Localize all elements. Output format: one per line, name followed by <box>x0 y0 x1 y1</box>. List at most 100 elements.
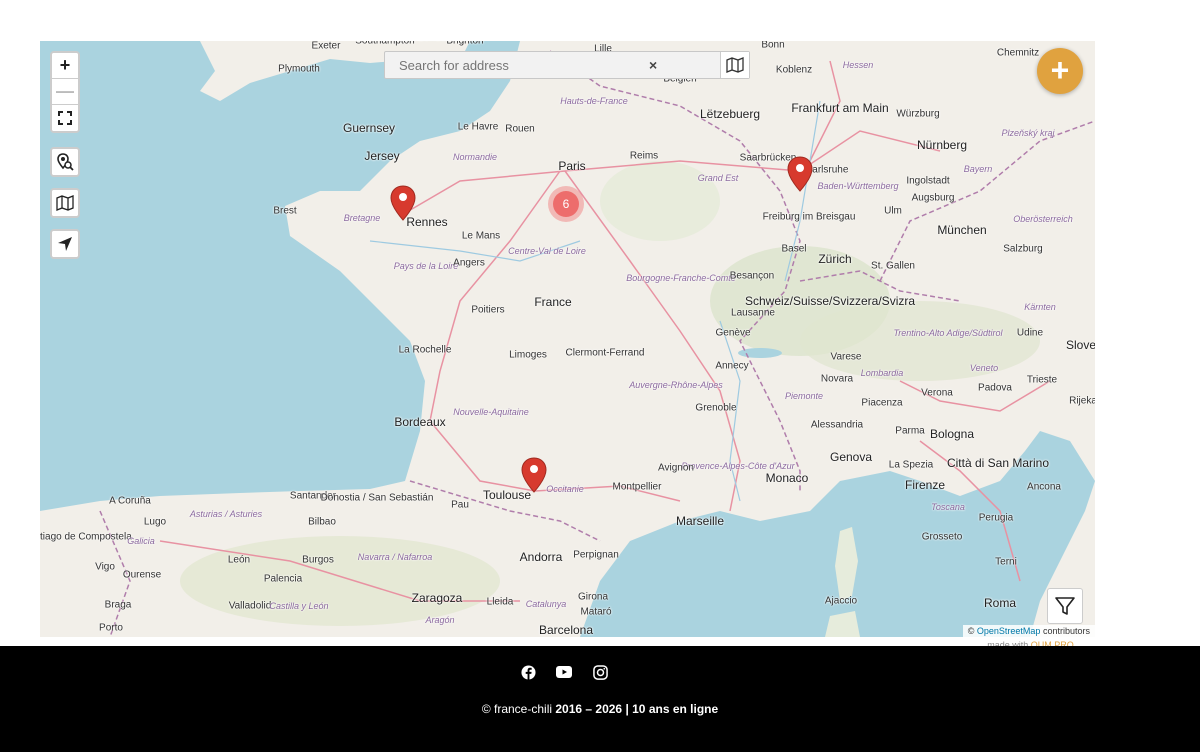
city-label: St. Gallen <box>871 260 915 272</box>
marker-freiburg[interactable] <box>787 156 813 192</box>
clear-search-button[interactable]: × <box>649 57 657 73</box>
city-label: Slove <box>1065 338 1095 352</box>
city-label: Besançon <box>729 270 775 282</box>
city-label: Nürnberg <box>916 138 968 152</box>
city-label: Catalunya <box>525 599 567 609</box>
city-label: Frankfurt am Main <box>791 101 889 115</box>
city-label: Normandie <box>452 152 498 162</box>
city-label: Bologna <box>929 427 975 441</box>
city-label: Zaragoza <box>411 591 463 605</box>
instagram-icon <box>592 664 608 680</box>
city-label: Annecy <box>715 360 749 372</box>
city-label: München <box>937 223 987 237</box>
city-label: Firenze <box>904 478 946 492</box>
city-label: Ingolstadt <box>906 175 950 187</box>
search-location-button[interactable] <box>52 149 78 175</box>
city-label: Genova <box>829 450 873 464</box>
city-label: Piacenza <box>861 397 903 409</box>
add-location-button[interactable]: + <box>1037 48 1083 94</box>
city-label: Salzburg <box>1003 243 1043 255</box>
city-label: Lëtzebuerg <box>699 107 761 121</box>
city-label: Verona <box>921 387 953 399</box>
search-submit-button[interactable] <box>720 52 749 78</box>
city-label: Grenoble <box>695 402 737 414</box>
city-label: Piemonte <box>784 391 824 401</box>
city-label: Veneto <box>969 363 999 373</box>
filter-icon <box>1055 597 1075 615</box>
city-label: Auvergne-Rhône-Alpes <box>629 380 723 390</box>
city-label: Palencia <box>263 573 303 585</box>
city-label: Girona <box>577 591 609 603</box>
city-label: Paris <box>558 159 586 173</box>
city-label: Lombardia <box>860 368 904 378</box>
city-label: France <box>534 295 572 309</box>
youtube-link[interactable] <box>556 664 572 680</box>
city-label: Udine <box>1016 327 1044 339</box>
city-label: Bilbao <box>308 516 336 528</box>
instagram-link[interactable] <box>592 664 608 680</box>
city-label: Ancona <box>1027 481 1061 493</box>
city-label: Schweiz/Suisse/Svizzera/Svizra <box>744 294 916 308</box>
city-label: Monaco <box>765 471 809 485</box>
city-label: Rouen <box>505 123 535 135</box>
city-label: Perugia <box>978 512 1014 524</box>
fullscreen-button[interactable] <box>52 105 78 131</box>
city-label: Roma <box>983 596 1017 610</box>
city-label: Plzeňský kraj <box>1001 128 1055 138</box>
city-label: Toscana <box>931 502 965 512</box>
zoom-out-button[interactable]: — <box>52 79 78 105</box>
city-label: Trentino-Alto Adige/Südtirol <box>893 328 1003 338</box>
city-label: Angers <box>453 257 485 269</box>
city-label: Trieste <box>1026 374 1058 386</box>
marker-toulouse[interactable] <box>521 457 547 493</box>
map-layers-button[interactable] <box>52 190 78 216</box>
city-label: Pau <box>451 499 469 511</box>
city-label: Reims <box>629 150 659 162</box>
city-label: Baden-Württemberg <box>817 181 899 191</box>
city-label: Città di San Marino <box>946 456 1050 470</box>
city-label: Lugo <box>143 516 167 528</box>
marker-rennes[interactable] <box>390 185 416 221</box>
city-label: Alessandria <box>810 419 864 431</box>
facebook-link[interactable] <box>520 664 536 680</box>
city-label: Ajaccio <box>824 595 858 607</box>
address-search-input[interactable] <box>385 56 651 74</box>
pin-search-icon <box>57 153 74 171</box>
city-label: Ourense <box>122 569 162 581</box>
city-label: Brighton <box>446 41 484 47</box>
facebook-icon <box>520 664 536 680</box>
city-label: Braga <box>104 599 132 611</box>
city-label: La Spezia <box>888 459 934 471</box>
city-label: Galicia <box>127 536 155 546</box>
city-label: Bonn <box>761 41 785 51</box>
city-label: Padova <box>978 382 1012 394</box>
city-label: Grosseto <box>921 531 963 543</box>
locate-search-control <box>50 147 80 177</box>
city-label: Rijeka <box>1069 395 1095 407</box>
city-label: Limoges <box>509 349 547 361</box>
city-label: Lleida <box>486 596 514 608</box>
attribution-suffix: contributors <box>1042 626 1090 636</box>
city-label: Centre-Val de Loire <box>508 246 586 256</box>
city-label: Lausanne <box>731 307 775 319</box>
city-label: Porto <box>99 622 123 634</box>
city-label: Chemnitz <box>996 47 1040 59</box>
marker-cluster[interactable]: 6 <box>548 186 584 222</box>
openstreetmap-link[interactable]: OpenStreetMap <box>977 626 1041 636</box>
locate-me-button[interactable] <box>52 231 78 257</box>
map[interactable]: ExeterPlymouthSouthamptonBrightonLilleLo… <box>40 41 1095 637</box>
city-label: Barcelona <box>538 623 594 637</box>
city-label: Castilla y León <box>269 601 329 611</box>
filter-button[interactable] <box>1047 588 1083 624</box>
youtube-icon <box>556 666 572 678</box>
attribution-prefix: © <box>967 626 975 636</box>
zoom-in-button[interactable]: + <box>52 53 78 79</box>
city-label: León <box>227 554 251 566</box>
city-label: Kärnten <box>1024 302 1056 312</box>
city-label: Occitanie <box>546 484 584 494</box>
city-label: Poitiers <box>471 304 505 316</box>
city-label: Brest <box>273 205 297 217</box>
city-label: Perpignan <box>573 549 619 561</box>
cluster-count: 6 <box>553 191 579 217</box>
city-label: Southampton <box>355 41 415 47</box>
